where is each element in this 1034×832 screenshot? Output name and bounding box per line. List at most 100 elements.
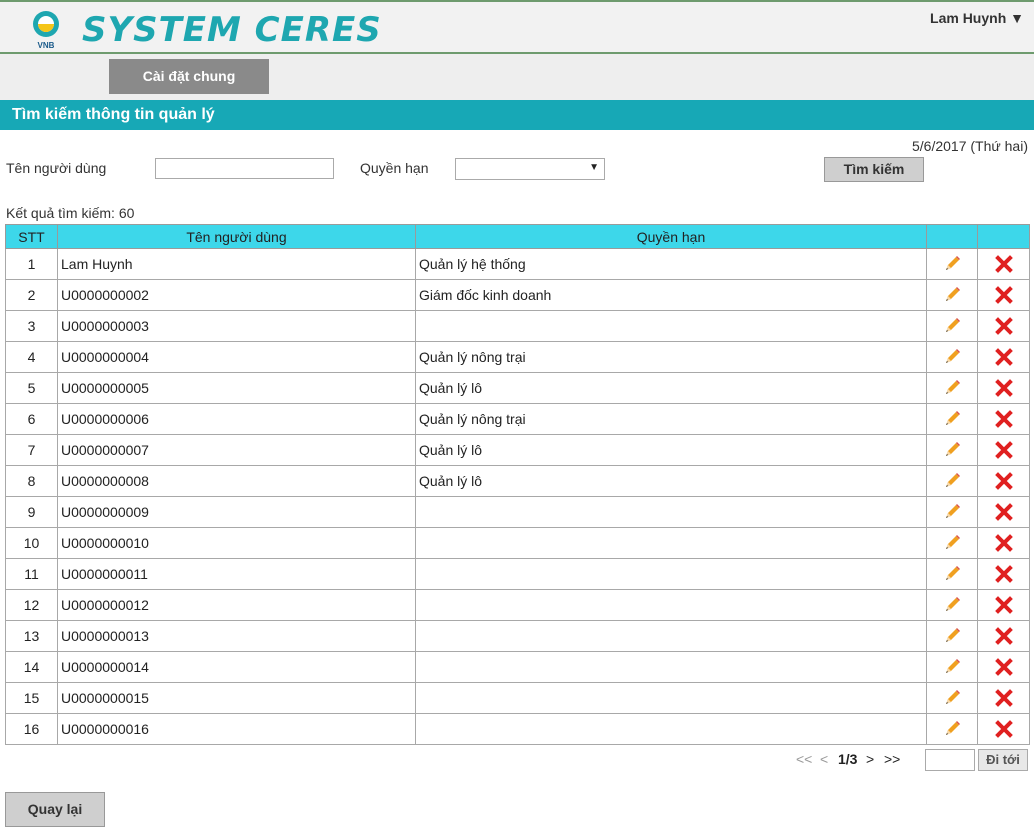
cell-role	[415, 527, 927, 559]
delete-x-icon[interactable]	[994, 657, 1014, 677]
username-input[interactable]	[155, 158, 334, 179]
cell-edit	[926, 620, 978, 652]
user-menu[interactable]: Lam Huynh ▼	[930, 10, 1024, 26]
delete-x-icon[interactable]	[994, 440, 1014, 460]
delete-x-icon[interactable]	[994, 254, 1014, 274]
delete-x-icon[interactable]	[994, 285, 1014, 305]
cell-stt: 6	[5, 403, 58, 435]
pencil-icon[interactable]	[942, 285, 962, 305]
delete-x-icon[interactable]	[994, 626, 1014, 646]
cell-delete	[977, 496, 1030, 528]
cell-edit	[926, 372, 978, 404]
search-button[interactable]: Tìm kiếm	[824, 157, 924, 182]
cell-delete	[977, 589, 1030, 621]
pencil-icon[interactable]	[942, 595, 962, 615]
delete-x-icon[interactable]	[994, 595, 1014, 615]
cell-role: Quản lý nông trại	[415, 403, 927, 435]
table-row: 12 U0000000012	[5, 589, 1030, 621]
cell-username: U0000000003	[57, 310, 416, 342]
pencil-icon[interactable]	[942, 440, 962, 460]
cell-delete	[977, 465, 1030, 497]
cell-delete	[977, 651, 1030, 683]
cell-role	[415, 310, 927, 342]
cell-stt: 5	[5, 372, 58, 404]
cell-edit	[926, 558, 978, 590]
current-date: 5/6/2017 (Thứ hai)	[912, 138, 1028, 154]
cell-stt: 2	[5, 279, 58, 311]
column-header-role[interactable]: Quyền hạn	[415, 224, 927, 249]
cell-role: Quản lý lô	[415, 372, 927, 404]
general-settings-button[interactable]: Cài đặt chung	[109, 59, 269, 94]
pencil-icon[interactable]	[942, 378, 962, 398]
delete-x-icon[interactable]	[994, 533, 1014, 553]
cell-delete	[977, 372, 1030, 404]
table-row: 11 U0000000011	[5, 558, 1030, 590]
delete-x-icon[interactable]	[994, 471, 1014, 491]
pencil-icon[interactable]	[942, 471, 962, 491]
goto-page-input[interactable]	[925, 749, 975, 771]
users-table: STT Tên người dùng Quyền hạn 1 Lam Huynh Q…	[5, 224, 1030, 745]
delete-x-icon[interactable]	[994, 409, 1014, 429]
pencil-icon[interactable]	[942, 564, 962, 584]
cell-role: Giám đốc kinh doanh	[415, 279, 927, 311]
last-page-button[interactable]: >>	[884, 751, 900, 767]
next-page-button[interactable]: >	[866, 751, 874, 767]
cell-stt: 3	[5, 310, 58, 342]
cell-role	[415, 558, 927, 590]
cell-role: Quản lý lô	[415, 465, 927, 497]
table-row: 13 U0000000013	[5, 620, 1030, 652]
pencil-icon[interactable]	[942, 316, 962, 336]
pencil-icon[interactable]	[942, 657, 962, 677]
cell-delete	[977, 713, 1030, 745]
column-header-delete	[977, 224, 1030, 249]
pencil-icon[interactable]	[942, 502, 962, 522]
table-row: 14 U0000000014	[5, 651, 1030, 683]
cell-delete	[977, 403, 1030, 435]
dropdown-arrow-icon: ▼	[589, 162, 599, 173]
pencil-icon[interactable]	[942, 254, 962, 274]
cell-username: U0000000011	[57, 558, 416, 590]
prev-page-button[interactable]: <	[820, 751, 828, 767]
pencil-icon[interactable]	[942, 409, 962, 429]
cell-stt: 8	[5, 465, 58, 497]
goto-page-button[interactable]: Đi tới	[978, 749, 1028, 771]
cell-username: U0000000016	[57, 713, 416, 745]
delete-x-icon[interactable]	[994, 719, 1014, 739]
cell-role	[415, 651, 927, 683]
pencil-icon[interactable]	[942, 533, 962, 553]
cell-stt: 4	[5, 341, 58, 373]
cell-stt: 1	[5, 248, 58, 280]
cell-edit	[926, 434, 978, 466]
table-row: 7 U0000000007 Quản lý lô	[5, 434, 1030, 466]
pencil-icon[interactable]	[942, 626, 962, 646]
cell-edit	[926, 310, 978, 342]
cell-username: U0000000009	[57, 496, 416, 528]
cell-role: Quản lý hệ thống	[415, 248, 927, 280]
delete-x-icon[interactable]	[994, 378, 1014, 398]
pencil-icon[interactable]	[942, 347, 962, 367]
cell-username: U0000000014	[57, 651, 416, 683]
role-select[interactable]: ▼	[455, 158, 605, 180]
result-count: Kết quả tìm kiếm: 60	[6, 205, 135, 221]
cell-stt: 13	[5, 620, 58, 652]
cell-role	[415, 682, 927, 714]
back-button[interactable]: Quay lại	[5, 792, 105, 827]
cell-username: U0000000007	[57, 434, 416, 466]
delete-x-icon[interactable]	[994, 688, 1014, 708]
column-header-stt[interactable]: STT	[5, 224, 58, 249]
delete-x-icon[interactable]	[994, 316, 1014, 336]
cell-role: Quản lý lô	[415, 434, 927, 466]
cell-delete	[977, 558, 1030, 590]
app-header: VNB SYSTEM CERES Lam Huynh ▼	[0, 0, 1034, 54]
delete-x-icon[interactable]	[994, 502, 1014, 522]
nav-bar: Cài đặt chung	[0, 54, 1034, 100]
pencil-icon[interactable]	[942, 688, 962, 708]
cell-username: U0000000010	[57, 527, 416, 559]
first-page-button[interactable]: <<	[796, 751, 812, 767]
section-title: Tìm kiếm thông tin quản lý	[0, 100, 1034, 130]
delete-x-icon[interactable]	[994, 564, 1014, 584]
delete-x-icon[interactable]	[994, 347, 1014, 367]
pencil-icon[interactable]	[942, 719, 962, 739]
column-header-username[interactable]: Tên người dùng	[57, 224, 416, 249]
cell-edit	[926, 651, 978, 683]
